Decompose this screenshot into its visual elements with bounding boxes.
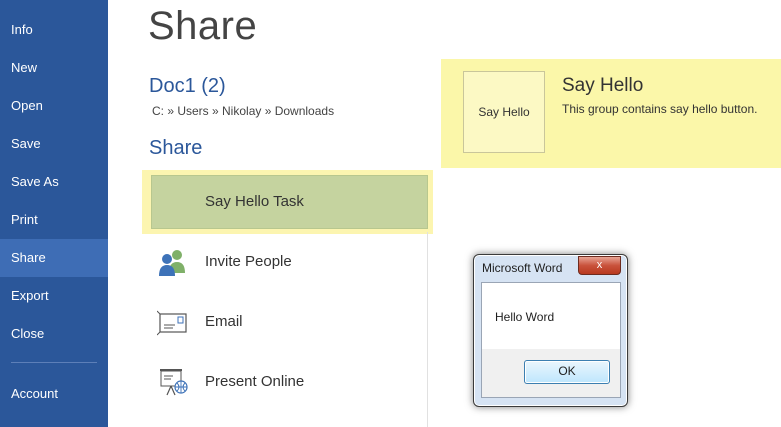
say-hello-group-panel: Say Hello Say Hello This group contains … xyxy=(441,59,781,168)
group-title: Say Hello xyxy=(562,75,644,96)
say-hello-button[interactable]: Say Hello xyxy=(463,71,545,153)
close-button[interactable]: x xyxy=(578,256,621,275)
sidebar-item-print[interactable]: Print xyxy=(0,201,108,239)
say-hello-button-label: Say Hello xyxy=(478,105,530,119)
option-label: Email xyxy=(205,313,243,330)
email-icon xyxy=(156,306,189,338)
message-box-dialog: Microsoft Word x Hello Word OK xyxy=(473,254,628,407)
present-online-icon xyxy=(157,366,189,398)
sidebar-item-new[interactable]: New xyxy=(0,49,108,87)
options-divider xyxy=(427,232,428,427)
invite-people-icon xyxy=(157,246,189,278)
group-description: This group contains say hello button. xyxy=(562,102,758,116)
sidebar-item-close[interactable]: Close xyxy=(0,315,108,353)
share-option-present-online[interactable]: Present Online xyxy=(151,355,428,409)
dialog-footer: OK xyxy=(481,349,621,398)
option-label: Invite People xyxy=(205,253,292,270)
ok-button[interactable]: OK xyxy=(524,360,610,384)
dialog-title: Microsoft Word xyxy=(482,261,563,275)
sidebar-item-info[interactable]: Info xyxy=(0,11,108,49)
sidebar-divider xyxy=(11,362,97,363)
section-title: Share xyxy=(149,137,203,159)
sidebar-item-share[interactable]: Share xyxy=(0,239,108,277)
sidebar-item-save[interactable]: Save xyxy=(0,125,108,163)
dialog-message: Hello Word xyxy=(495,310,555,324)
option-label: Present Online xyxy=(205,373,305,390)
sidebar-item-save-as[interactable]: Save As xyxy=(0,163,108,201)
share-option-invite-people[interactable]: Invite People xyxy=(151,235,428,289)
backstage-sidebar: Info New Open Save Save As Print Share E… xyxy=(0,0,108,427)
dialog-body: Hello Word xyxy=(481,282,621,350)
sidebar-item-open[interactable]: Open xyxy=(0,87,108,125)
close-icon: x xyxy=(596,259,603,271)
breadcrumb: C: » Users » Nikolay » Downloads xyxy=(152,104,335,118)
sidebar-item-export[interactable]: Export xyxy=(0,277,108,315)
share-option-email[interactable]: Email xyxy=(151,295,428,349)
share-option-say-hello-task[interactable]: Say Hello Task xyxy=(151,175,428,229)
page-title: Share xyxy=(148,4,258,48)
option-label: Say Hello Task xyxy=(205,193,304,210)
document-name: Doc1 (2) xyxy=(149,75,226,97)
sidebar-item-account[interactable]: Account xyxy=(0,375,108,413)
